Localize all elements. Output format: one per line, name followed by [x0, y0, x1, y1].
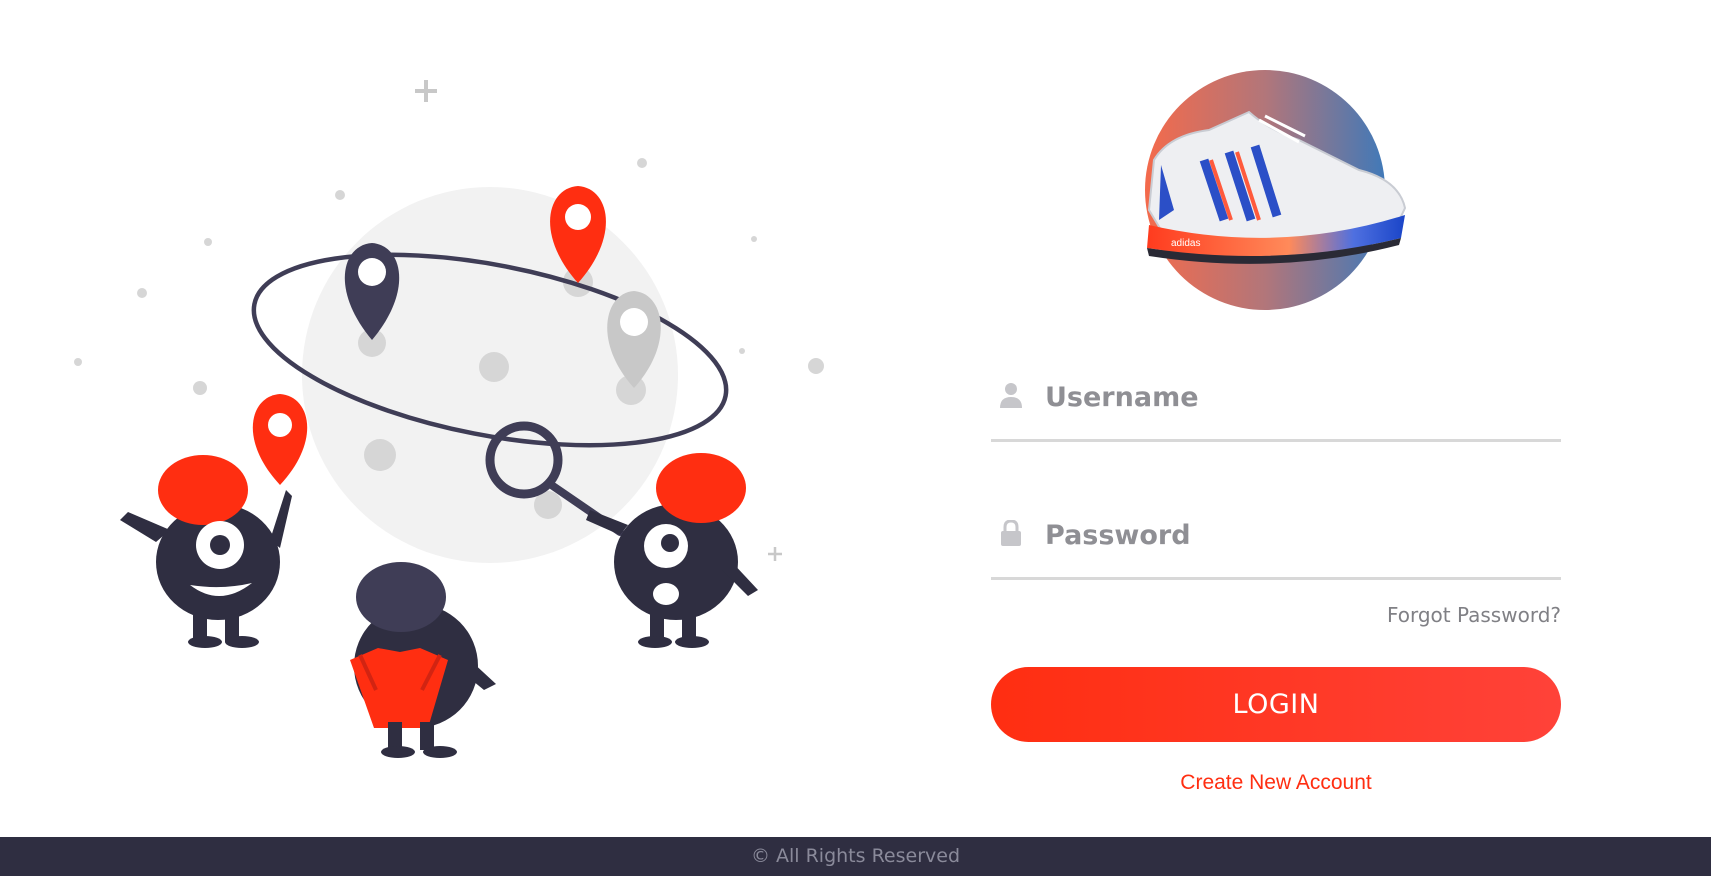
forgot-password-link[interactable]: Forgot Password?: [1387, 603, 1561, 627]
password-input[interactable]: [1045, 510, 1545, 560]
login-page: adidas Forgot Password? LOGIN Create New…: [0, 0, 1711, 876]
user-icon: [1000, 383, 1022, 408]
login-button[interactable]: LOGIN: [991, 667, 1561, 742]
footer: © All Rights Reserved: [0, 837, 1711, 876]
footer-copyright: © All Rights Reserved: [750, 845, 961, 867]
map-search-illustration: [74, 80, 824, 758]
username-input[interactable]: [1045, 372, 1545, 422]
sneaker-logo: adidas: [1145, 70, 1407, 310]
adidas-wordmark: adidas: [1171, 238, 1200, 249]
create-account-link[interactable]: Create New Account: [991, 771, 1561, 795]
password-field: [991, 510, 1561, 580]
username-field: [991, 372, 1561, 442]
lock-icon: [1001, 520, 1021, 546]
login-panel: adidas Forgot Password? LOGIN Create New…: [991, 0, 1561, 837]
